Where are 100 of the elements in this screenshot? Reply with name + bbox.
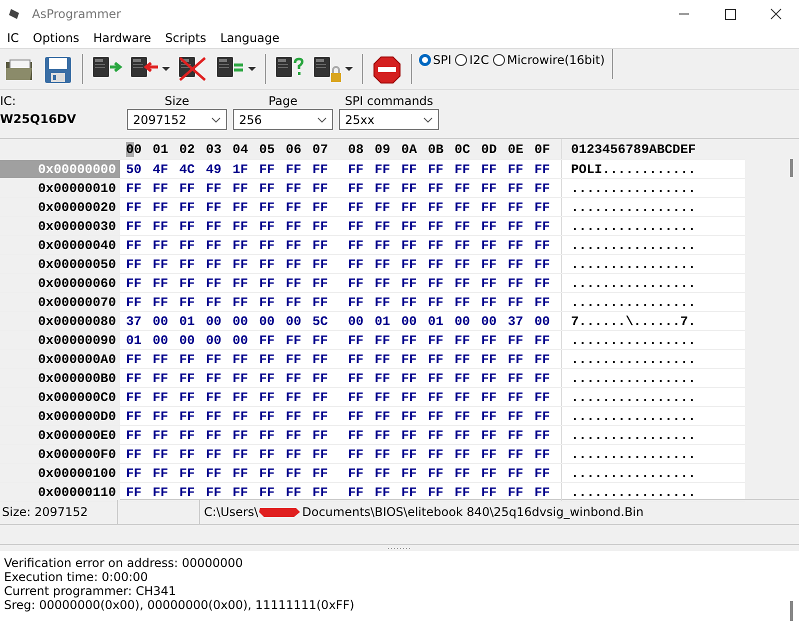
hex-byte[interactable]: FF (312, 238, 339, 252)
splitter-handle[interactable] (388, 546, 412, 550)
hex-byte[interactable]: FF (401, 408, 428, 424)
hex-byte[interactable]: FF (401, 428, 428, 442)
radio-button[interactable]: I2C (454, 53, 490, 67)
hex-byte[interactable]: FF (286, 256, 312, 272)
hex-byte[interactable]: FF (374, 218, 402, 234)
hex-byte[interactable]: FF (312, 466, 339, 480)
hex-byte[interactable]: FF (374, 256, 402, 272)
hex-byte[interactable]: FF (179, 466, 206, 480)
hex-byte[interactable]: FF (428, 276, 454, 290)
hex-byte[interactable]: FF (179, 294, 206, 310)
hex-byte[interactable]: FF (232, 484, 260, 500)
hex-byte[interactable]: FF (454, 428, 482, 442)
hex-byte[interactable]: FF (312, 446, 339, 462)
hex-byte[interactable]: FF (152, 484, 180, 500)
hex-byte[interactable]: FF (508, 390, 534, 404)
hex-byte[interactable]: 37 (508, 314, 534, 328)
hex-byte[interactable]: FF (481, 408, 508, 424)
hex-byte[interactable]: 00 (286, 314, 312, 328)
hex-byte[interactable]: FF (534, 390, 561, 404)
hex-byte[interactable]: FF (179, 238, 206, 252)
address-cell[interactable]: 0x00000050 (0, 255, 120, 273)
hex-byte[interactable]: 00 (348, 314, 375, 328)
hex-byte[interactable]: FF (348, 408, 375, 424)
hex-byte[interactable]: FF (206, 370, 232, 386)
hex-byte[interactable]: FF (206, 180, 232, 196)
hex-byte[interactable]: FF (481, 390, 508, 404)
hex-byte[interactable]: FF (232, 238, 260, 252)
hex-byte[interactable]: FF (374, 332, 402, 348)
hex-byte[interactable]: 1F (232, 162, 260, 176)
menu-item[interactable]: Scripts (158, 31, 214, 45)
hex-byte[interactable]: FF (259, 446, 286, 462)
hex-byte[interactable]: FF (428, 408, 454, 424)
address-cell[interactable]: 0x00000020 (0, 198, 120, 216)
hex-byte[interactable]: FF (152, 200, 180, 214)
hex-byte[interactable]: FF (374, 446, 402, 462)
hex-byte[interactable]: FF (312, 162, 339, 176)
hex-byte[interactable]: FF (401, 390, 428, 404)
hex-byte[interactable]: FF (428, 352, 454, 366)
hex-byte[interactable]: FF (401, 484, 428, 500)
hex-byte[interactable]: FF (286, 162, 312, 176)
hex-byte[interactable]: FF (206, 466, 232, 480)
hex-byte[interactable]: FF (232, 428, 260, 442)
hex-byte[interactable]: 37 (126, 314, 153, 328)
hex-byte[interactable]: FF (286, 370, 312, 386)
hex-byte[interactable]: FF (454, 370, 482, 386)
hex-byte[interactable]: FF (312, 218, 339, 234)
hex-byte[interactable]: FF (401, 332, 428, 348)
hex-byte[interactable]: FF (348, 370, 375, 386)
hex-byte[interactable]: FF (152, 180, 180, 196)
hex-byte[interactable]: FF (401, 162, 428, 176)
hex-byte[interactable]: FF (232, 200, 260, 214)
hex-byte[interactable]: FF (312, 370, 339, 386)
hex-byte[interactable]: FF (286, 180, 312, 196)
hex-byte[interactable]: FF (454, 332, 482, 348)
hex-byte[interactable]: FF (126, 256, 153, 272)
hex-byte[interactable]: FF (508, 408, 534, 424)
hex-byte[interactable]: FF (259, 408, 286, 424)
hex-byte[interactable]: 00 (152, 314, 180, 328)
hex-byte[interactable]: FF (179, 408, 206, 424)
hex-byte[interactable]: FF (534, 162, 561, 176)
hex-byte[interactable]: FF (232, 294, 260, 310)
hex-byte[interactable]: FF (286, 238, 312, 252)
hex-byte[interactable]: FF (232, 370, 260, 386)
hex-byte[interactable]: 00 (534, 314, 561, 328)
hex-byte[interactable]: 00 (454, 314, 482, 328)
hex-byte[interactable]: FF (534, 370, 561, 386)
hex-byte[interactable]: FF (428, 256, 454, 272)
hex-byte[interactable]: FF (534, 200, 561, 214)
hex-byte[interactable]: FF (206, 294, 232, 310)
hex-byte[interactable]: FF (152, 446, 180, 462)
hex-byte[interactable]: 01 (374, 314, 402, 328)
hex-byte[interactable]: FF (206, 238, 232, 252)
hex-byte[interactable]: FF (481, 294, 508, 310)
hex-byte[interactable]: FF (152, 428, 180, 442)
hex-byte[interactable]: FF (508, 332, 534, 348)
hex-byte[interactable]: FF (126, 180, 153, 196)
hex-byte[interactable]: FF (534, 180, 561, 196)
hex-byte[interactable]: FF (126, 352, 153, 366)
hex-byte[interactable]: FF (454, 408, 482, 424)
hex-byte[interactable]: FF (374, 276, 402, 290)
hex-byte[interactable]: FF (508, 446, 534, 462)
hex-byte[interactable]: FF (312, 390, 339, 404)
hex-byte[interactable]: 00 (206, 332, 232, 348)
menu-item[interactable]: Language (213, 31, 286, 45)
scrollbar-thumb[interactable] (790, 159, 793, 177)
hex-byte[interactable]: FF (454, 200, 482, 214)
hex-byte[interactable]: FF (508, 352, 534, 366)
hex-byte[interactable]: FF (534, 276, 561, 290)
hex-byte[interactable]: FF (179, 390, 206, 404)
hex-byte[interactable]: FF (508, 238, 534, 252)
hex-byte[interactable]: FF (259, 238, 286, 252)
hex-byte[interactable]: FF (286, 390, 312, 404)
hex-byte[interactable]: FF (508, 428, 534, 442)
hex-byte[interactable]: 00 (481, 314, 508, 328)
hex-byte[interactable]: FF (126, 218, 153, 234)
hex-byte[interactable]: FF (312, 294, 339, 310)
hex-byte[interactable]: FF (428, 238, 454, 252)
hex-byte[interactable]: FF (259, 390, 286, 404)
